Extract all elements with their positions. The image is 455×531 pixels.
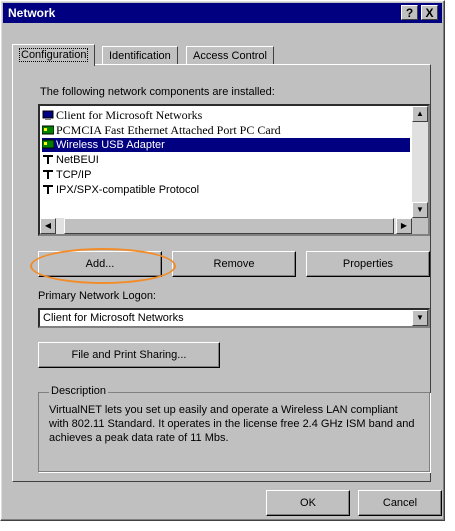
components-listbox[interactable]: Client for Microsoft Networks PCMCIA Fas… (38, 104, 430, 236)
protocol-icon (42, 154, 54, 164)
file-print-sharing-button[interactable]: File and Print Sharing... (38, 342, 220, 368)
description-text: VirtualNET lets you set up easily and op… (49, 404, 415, 444)
list-item-selected[interactable]: Wireless USB Adapter (41, 138, 410, 152)
scroll-right-arrow-icon[interactable]: ▶ (396, 218, 412, 234)
list-item[interactable]: Client for Microsoft Networks (42, 108, 202, 122)
help-button[interactable]: ? (401, 5, 418, 20)
close-button[interactable]: X (421, 5, 438, 20)
properties-button[interactable]: Properties (306, 251, 430, 277)
adapter-icon (41, 124, 55, 135)
highlight-ellipse (30, 248, 176, 284)
scroll-up-arrow-icon[interactable]: ▲ (412, 106, 428, 122)
list-item[interactable]: TCP/IP (42, 168, 91, 182)
cancel-button[interactable]: Cancel (358, 490, 442, 516)
tab-access-control[interactable]: Access Control (186, 46, 274, 65)
remove-button[interactable]: Remove (172, 251, 296, 277)
tab-identification[interactable]: Identification (102, 46, 178, 65)
list-item[interactable]: PCMCIA Fast Ethernet Attached Port PC Ca… (41, 123, 281, 137)
title-bar[interactable]: Network ? X (3, 3, 442, 23)
protocol-icon (42, 184, 54, 194)
list-item[interactable]: IPX/SPX-compatible Protocol (42, 183, 199, 197)
components-heading: The following network components are ins… (40, 86, 275, 98)
primary-logon-value: Client for Microsoft Networks (43, 312, 184, 324)
vertical-scrollbar[interactable]: ▲ ▼ (412, 106, 428, 218)
horizontal-scrollbar[interactable]: ◀ ▶ (40, 218, 412, 234)
ok-button[interactable]: OK (266, 490, 350, 516)
window-title: Network (8, 6, 56, 20)
client-icon (42, 109, 54, 120)
scroll-left-arrow-icon[interactable]: ◀ (40, 218, 56, 234)
scroll-down-arrow-icon[interactable]: ▼ (412, 202, 428, 218)
chevron-down-icon[interactable]: ▼ (412, 310, 428, 326)
protocol-icon (42, 169, 54, 179)
primary-logon-label: Primary Network Logon: (38, 290, 156, 302)
description-group: Description VirtualNET lets you set up e… (38, 385, 430, 472)
primary-logon-select[interactable]: Client for Microsoft Networks ▼ (38, 308, 430, 328)
adapter-icon (41, 139, 55, 149)
horizontal-scroll-thumb[interactable] (64, 218, 394, 234)
tab-configuration[interactable]: Configuration (12, 44, 96, 66)
description-legend: Description (49, 385, 109, 397)
list-item[interactable]: NetBEUI (42, 153, 99, 167)
scroll-corner (412, 218, 428, 234)
